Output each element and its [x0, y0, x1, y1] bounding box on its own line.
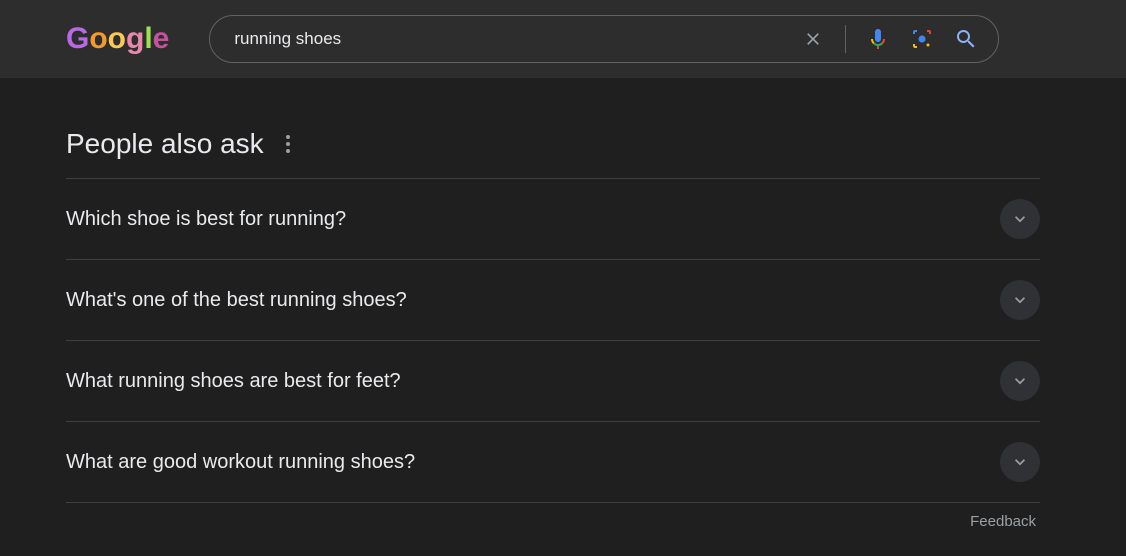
logo-letter: o: [89, 22, 107, 56]
logo-letter: e: [153, 22, 170, 56]
logo-letter: o: [108, 22, 126, 56]
search-bar: [209, 15, 999, 63]
feedback-link[interactable]: Feedback: [66, 513, 1040, 530]
question-item[interactable]: What running shoes are best for feet?: [66, 341, 1040, 422]
lens-icon[interactable]: [910, 27, 934, 51]
paa-title: People also ask: [66, 128, 264, 160]
paa-header: People also ask: [66, 128, 1040, 160]
chevron-down-icon[interactable]: [1000, 442, 1040, 482]
search-icons: [801, 25, 978, 53]
question-text: Which shoe is best for running?: [66, 208, 346, 231]
question-item[interactable]: What's one of the best running shoes?: [66, 260, 1040, 341]
search-icon[interactable]: [954, 27, 978, 51]
more-options-icon[interactable]: [282, 131, 294, 157]
question-item[interactable]: Which shoe is best for running?: [66, 179, 1040, 260]
header-bar: G o o g l e: [0, 0, 1126, 78]
search-input[interactable]: [234, 29, 801, 49]
divider: [845, 25, 846, 53]
mic-icon[interactable]: [866, 27, 890, 51]
clear-icon[interactable]: [801, 27, 825, 51]
chevron-down-icon[interactable]: [1000, 361, 1040, 401]
question-text: What's one of the best running shoes?: [66, 289, 407, 312]
logo-letter: l: [144, 22, 152, 56]
chevron-down-icon[interactable]: [1000, 199, 1040, 239]
chevron-down-icon[interactable]: [1000, 280, 1040, 320]
question-text: What running shoes are best for feet?: [66, 370, 401, 393]
logo-letter: g: [126, 22, 144, 56]
main-content: People also ask Which shoe is best for r…: [0, 78, 1040, 530]
logo-letter: G: [66, 22, 89, 56]
question-text: What are good workout running shoes?: [66, 451, 415, 474]
question-item[interactable]: What are good workout running shoes?: [66, 422, 1040, 503]
google-logo[interactable]: G o o g l e: [66, 22, 169, 56]
questions-list: Which shoe is best for running? What's o…: [66, 178, 1040, 503]
